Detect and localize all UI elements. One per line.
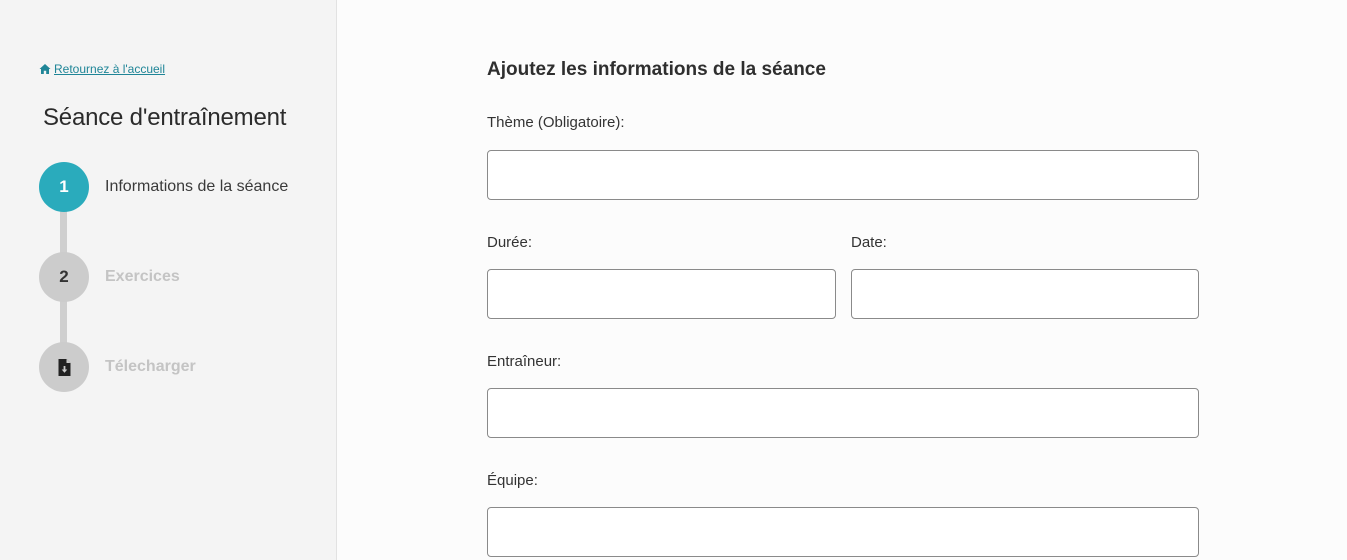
step-label: Télecharger [105, 358, 196, 375]
home-icon [39, 63, 51, 75]
main-form-area: Ajoutez les informations de la séance Th… [337, 0, 1347, 560]
form-title: Ajoutez les informations de la séance [487, 59, 826, 80]
step-label: Informations de la séance [105, 178, 289, 195]
sidebar: Retournez à l'accueil Séance d'entraînem… [0, 0, 337, 560]
equipe-label: Équipe: [487, 472, 538, 489]
theme-input[interactable] [487, 150, 1199, 200]
step-number-circle: 1 [39, 162, 89, 212]
entraineur-label: Entraîneur: [487, 353, 562, 370]
step-icon-circle [39, 342, 89, 392]
step-informations[interactable]: 1 Informations de la séance [39, 162, 288, 212]
step-exercices[interactable]: 2 Exercices [39, 252, 180, 302]
app-root: Retournez à l'accueil Séance d'entraînem… [0, 0, 1347, 560]
home-link-label: Retournez à l'accueil [54, 62, 166, 76]
entraineur-input[interactable] [487, 388, 1199, 438]
step-number-circle: 2 [39, 252, 89, 302]
date-input[interactable] [851, 269, 1199, 319]
date-label: Date: [851, 234, 887, 251]
equipe-input[interactable] [487, 507, 1199, 557]
duree-input[interactable] [487, 269, 836, 319]
sidebar-title: Séance d'entraînement [43, 104, 287, 131]
duree-label: Durée: [487, 234, 533, 251]
file-download-icon [57, 358, 72, 376]
theme-label: Thème (Obligatoire): [487, 114, 625, 131]
step-telecharger[interactable]: Télecharger [39, 342, 196, 392]
home-link[interactable]: Retournez à l'accueil [39, 62, 165, 76]
step-label: Exercices [105, 268, 180, 285]
